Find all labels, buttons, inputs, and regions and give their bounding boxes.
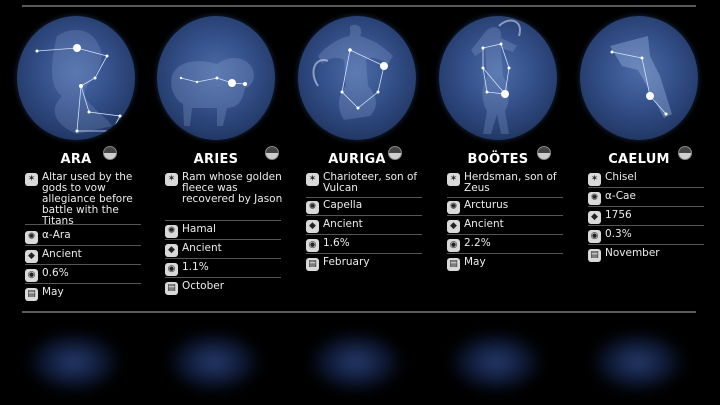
constellation-globe-aries [157,16,275,140]
origin-icon: ◆ [447,220,460,233]
sky-area-text: 1.1% [182,261,209,273]
constellation-globe-ara [17,16,135,140]
constellation-figure-ara [35,30,122,135]
row-divider [588,187,704,188]
info-icon: ✶ [306,173,319,186]
origin-icon: ◆ [306,220,319,233]
info-icon: ✶ [447,173,460,186]
brightest-star-text: α-Cae [605,190,636,202]
info-icon: ✶ [588,173,601,186]
area-icon: ◉ [588,230,601,243]
meaning-text: Herdsman, son of Zeus [464,171,557,194]
best-month-text: October [182,280,225,292]
bottom-divider [22,311,696,313]
top-divider [22,5,696,7]
row-divider [25,283,141,284]
meaning-text: Charioteer, son of Vulcan [323,171,418,194]
row-divider [25,264,141,265]
origin-text: 1756 [605,209,632,221]
row-divider [447,215,563,216]
constellation-globe-bootes [439,16,557,140]
area-icon: ◉ [165,263,178,276]
origin-icon: ◆ [25,250,38,263]
row-divider [306,197,422,198]
origin-icon: ◆ [588,211,601,224]
brightest-star-text: α-Ara [42,229,71,241]
meaning-text: Ram whose golden fleece was recovered by… [182,171,283,205]
sky-area-text: 0.6% [42,267,69,279]
calendar-icon: ▤ [25,288,38,301]
row-divider [306,234,422,235]
area-icon: ◉ [447,239,460,252]
info-icon: ✶ [25,173,38,186]
origin-text: Ancient [42,248,82,260]
row-divider [165,220,281,221]
area-icon: ◉ [306,239,319,252]
reflection-blob [592,332,684,392]
row-divider [447,197,563,198]
best-month-text: February [323,256,370,268]
meaning-text: Altar used by the gods to vow allegiance… [42,171,133,227]
star-icon: ✺ [25,231,38,244]
calendar-icon: ▤ [588,249,601,262]
constellation-name: ARA [60,152,92,167]
area-icon: ◉ [25,269,38,282]
row-divider [25,224,141,225]
star-icon: ✺ [447,201,460,214]
origin-icon: ◆ [165,244,178,257]
row-divider [165,258,281,259]
best-month-text: May [464,256,486,268]
calendar-icon: ▤ [306,258,319,271]
origin-text: Ancient [182,242,222,254]
globe-reflection [0,318,720,405]
best-month-text: May [42,286,64,298]
reflection-blob [168,332,260,392]
row-divider [447,253,563,254]
star-icon: ✺ [306,201,319,214]
best-month-text: November [605,247,660,259]
hemisphere-icon [678,146,692,160]
sky-area-text: 2.2% [464,237,491,249]
row-divider [25,245,141,246]
origin-text: Ancient [464,218,504,230]
info-icon: ✶ [165,173,178,186]
row-divider [588,225,704,226]
calendar-icon: ▤ [447,258,460,271]
constellation-globe-caelum [580,16,698,140]
hemisphere-icon [265,146,279,160]
row-divider [588,206,704,207]
reflection-blob [28,332,120,392]
reflection-blob [450,332,542,392]
constellation-name: ARIES [193,152,239,167]
star-icon: ✺ [588,192,601,205]
reflection-blob [310,332,402,392]
constellation-figure-aries [171,58,254,126]
brightest-star-text: Capella [323,199,363,211]
constellation-globe-auriga [298,16,416,140]
row-divider [306,253,422,254]
hemisphere-icon [388,146,402,160]
row-divider [306,215,422,216]
hemisphere-icon [537,146,551,160]
row-divider [165,277,281,278]
row-divider [588,244,704,245]
row-divider [165,239,281,240]
origin-text: Ancient [323,218,363,230]
row-divider [447,234,563,235]
sky-area-text: 1.6% [323,237,350,249]
brightest-star-text: Arcturus [464,199,509,211]
sky-area-text: 0.3% [605,228,632,240]
hemisphere-icon [103,146,117,160]
constellation-figure-auriga [312,24,393,121]
constellation-figure-bootes [471,19,521,134]
constellation-figure-caelum [610,36,672,118]
meaning-text: Chisel [605,171,637,183]
calendar-icon: ▤ [165,282,178,295]
brightest-star-text: Hamal [182,223,216,235]
star-icon: ✺ [165,225,178,238]
